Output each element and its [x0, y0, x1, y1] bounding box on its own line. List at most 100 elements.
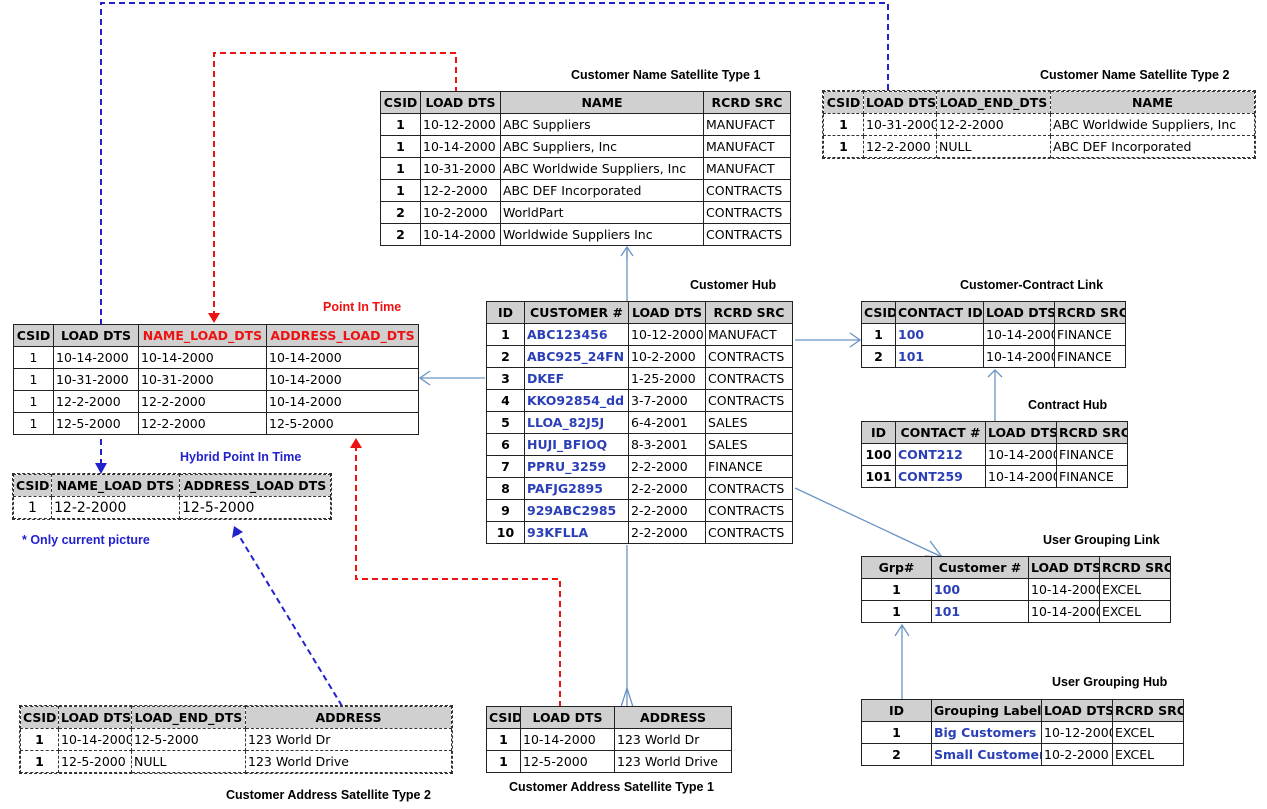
table-row: 1 12-2-2000 NULL ABC DEF Incorporated [823, 135, 1255, 158]
table-cell: 10-14-2000 [266, 368, 419, 391]
column-header: RCRD SRC [1056, 421, 1128, 444]
column-header: RCRD SRC [1054, 301, 1126, 324]
table-row: 1 ABC123456 10-12-2000 MANUFACT [486, 323, 793, 346]
table-cell: 1 [861, 600, 932, 623]
table-cell: 123 World Drive [614, 750, 732, 773]
table-cell: WorldPart [500, 201, 704, 224]
column-header: LOAD_END_DTS [936, 91, 1051, 114]
table-cell: 2 [380, 201, 421, 224]
table-cell: MANUFACT [703, 135, 791, 158]
table-cell: 12-5-2000 [58, 750, 132, 773]
table-cell: 10-31-2000 [420, 157, 501, 180]
table-cell: 10-14-2000 [266, 390, 419, 413]
caption-addr-sat1: Customer Address Satellite Type 1 [509, 780, 714, 794]
table-row: 1 10-31-2000 ABC Worldwide Suppliers, Inc M… [380, 157, 791, 180]
table-cell: EXCEL [1099, 578, 1171, 601]
column-header: NAME_LOAD_DTS [138, 324, 267, 347]
table-row: 2 ABC925_24FN 10-2-2000 CONTRACTS [486, 345, 793, 368]
table-cell: CONTRACTS [703, 201, 791, 224]
table-cell: 10-14-2000 [985, 443, 1057, 466]
column-header: Grouping Label [931, 699, 1042, 722]
column-header: LOAD DTS [983, 301, 1055, 324]
table-cell: 10-14-2000 [1028, 578, 1100, 601]
table-cell: SALES [705, 411, 793, 434]
table-cell: 10-31-2000 [138, 368, 267, 391]
table-cell: FINANCE [1056, 443, 1128, 466]
table-cell: 93KFLLA [524, 521, 629, 544]
table-cell: 10 [486, 521, 525, 544]
table-cell: 4 [486, 389, 525, 412]
hybrid-pit-table: CSID NAME_LOAD DTS ADDRESS_LOAD DTS 1 12-2-2… [12, 473, 332, 520]
table-cell: CONTRACTS [705, 477, 793, 500]
table-row: 1 101 10-14-2000 EXCEL [861, 600, 1171, 623]
table-cell: MANUFACT [703, 157, 791, 180]
table-row: 2 10-2-2000 WorldPart CONTRACTS [380, 201, 791, 224]
column-header: LOAD DTS [628, 301, 706, 324]
table-cell: 12-2-2000 [863, 135, 937, 158]
column-header: CSID [380, 91, 421, 114]
header-row: ID CUSTOMER # LOAD DTS RCRD SRC [486, 301, 793, 324]
caption-contract-hub: Contract Hub [1028, 398, 1108, 412]
column-header: ID [861, 421, 896, 444]
table-cell: 1 [380, 157, 421, 180]
table-cell: CONT259 [895, 465, 986, 488]
header-row: Grp# Customer # LOAD DTS RCRD SRC [861, 556, 1171, 579]
header-row: CSID CONTACT ID LOAD DTS RCRD SRC [861, 301, 1126, 324]
caption-user-grouping-link: User Grouping Link [1043, 533, 1160, 547]
table-cell: 1 [13, 390, 54, 413]
table-cell: 9 [486, 499, 525, 522]
table-cell: MANUFACT [705, 323, 793, 346]
table-row: 1 100 10-14-2000 EXCEL [861, 578, 1171, 601]
table-cell: CONTRACTS [703, 223, 791, 246]
caption-point-in-time: Point In Time [323, 300, 402, 314]
table-cell: 1 [861, 721, 932, 744]
table-cell: 100 [861, 443, 896, 466]
caption-only-current: * Only current picture [22, 533, 150, 547]
caption-user-grouping-hub: User Grouping Hub [1052, 675, 1168, 689]
table-cell: CONT212 [895, 443, 986, 466]
table-row: 1 10-12-2000 ABC Suppliers MANUFACT [380, 113, 791, 136]
table-cell: 2 [380, 223, 421, 246]
table-cell: 12-5-2000 [131, 728, 246, 751]
header-row: CSID NAME_LOAD DTS ADDRESS_LOAD DTS [13, 474, 331, 497]
table-cell: 12-2-2000 [138, 390, 267, 413]
column-header: CSID [13, 474, 52, 497]
column-header: LOAD DTS [58, 706, 132, 729]
table-cell: 10-2-2000 [420, 201, 501, 224]
table-cell: 2-2-2000 [628, 477, 706, 500]
table-row: 1 10-14-2000 12-5-2000 123 World Dr [20, 728, 452, 751]
table-row: 1 12-5-2000 12-2-2000 12-5-2000 [13, 412, 419, 435]
table-cell: 1 [486, 323, 525, 346]
column-header: LOAD DTS [1028, 556, 1100, 579]
table-cell: 10-14-2000 [266, 346, 419, 369]
table-cell: 123 World Dr [614, 728, 732, 751]
column-header: LOAD_END_DTS [131, 706, 246, 729]
table-cell: 10-14-2000 [985, 465, 1057, 488]
table-cell: ABC Suppliers, Inc [500, 135, 704, 158]
table-cell: ABC Suppliers [500, 113, 704, 136]
column-header: RCRD SRC [1099, 556, 1171, 579]
table-cell: 1 [13, 496, 52, 519]
table-cell: 10-2-2000 [628, 345, 706, 368]
column-header: LOAD DTS [863, 91, 937, 114]
table-row: 2 10-14-2000 Worldwide Suppliers Inc CONTRA… [380, 223, 791, 246]
column-header: ID [486, 301, 525, 324]
table-cell: 10-14-2000 [983, 323, 1055, 346]
table-row: 1 10-31-2000 10-31-2000 10-14-2000 [13, 368, 419, 391]
table-cell: NULL [936, 135, 1051, 158]
table-cell: FINANCE [1054, 345, 1126, 368]
table-cell: 10-14-2000 [58, 728, 132, 751]
contract-hub-table: ID CONTACT # LOAD DTS RCRD SRC 100 CONT212 10-… [861, 421, 1128, 488]
header-row: CSID LOAD DTS ADDRESS [486, 706, 732, 729]
column-header: ADDRESS [614, 706, 732, 729]
name-sat2-table: CSID LOAD DTS LOAD_END_DTS NAME 1 10-31-2000 1… [822, 90, 1256, 159]
table-cell: NULL [131, 750, 246, 773]
table-cell: 929ABC2985 [524, 499, 629, 522]
table-row: 5 LLOA_82J5J 6-4-2001 SALES [486, 411, 793, 434]
table-cell: 10-31-2000 [53, 368, 139, 391]
table-cell: ABC Worldwide Suppliers, Inc [500, 157, 704, 180]
table-cell: 10-12-2000 [420, 113, 501, 136]
table-row: 1 10-31-2000 12-2-2000 ABC Worldwide Suppli… [823, 113, 1255, 136]
table-cell: 1 [380, 113, 421, 136]
header-row: CSID LOAD DTS LOAD_END_DTS NAME [823, 91, 1255, 114]
